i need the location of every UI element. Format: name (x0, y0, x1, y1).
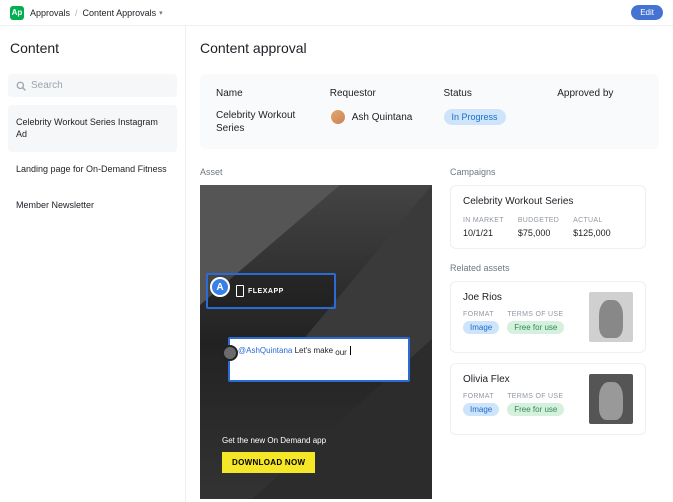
summary-approved-by: Approved by (557, 88, 643, 135)
campaign-budgeted: Budgeted $75,000 (518, 217, 559, 238)
terms-chip: Free for use (507, 321, 564, 334)
kv-value: $125,000 (573, 228, 611, 238)
requestor-name: Ash Quintana (352, 112, 413, 123)
related-asset-card[interactable]: Joe Rios Format Image Terms of use Free … (450, 281, 646, 353)
comment-avatar (222, 345, 238, 361)
campaigns-section-label: Campaigns (450, 167, 646, 177)
sidebar-item-newsletter[interactable]: Member Newsletter (8, 188, 177, 224)
format-chip: Image (463, 321, 499, 334)
terms-label: Terms of use (507, 311, 564, 318)
chevron-down-icon: ▾ (159, 9, 163, 17)
name-label: Name (216, 88, 302, 99)
edit-button[interactable]: Edit (631, 5, 663, 20)
breadcrumb-current[interactable]: Content Approvals ▾ (83, 8, 163, 18)
page-title: Content approval (200, 40, 659, 56)
asset-thumbnail (589, 292, 633, 342)
hero-tagline: Get the new On Demand app (222, 436, 326, 445)
app-badge: Ap (10, 6, 24, 20)
kv-label: Budgeted (518, 217, 559, 224)
summary-requestor: Requestor Ash Quintana (330, 88, 416, 135)
campaign-title: Celebrity Workout Series (463, 196, 633, 207)
phone-icon (236, 285, 244, 297)
search-input[interactable]: Search (8, 74, 177, 97)
asset-thumbnail (589, 374, 633, 424)
text-cursor (350, 346, 351, 355)
related-asset-name: Joe Rios (463, 292, 579, 303)
related-asset-card[interactable]: Olivia Flex Format Image Terms of use Fr… (450, 363, 646, 435)
kv-label: Actual (573, 217, 611, 224)
summary-name: Name Celebrity Workout Series (216, 88, 302, 135)
status-badge: In Progress (444, 109, 506, 125)
kv-value: 10/1/21 (463, 228, 504, 238)
top-bar: Ap Approvals / Content Approvals ▾ Edit (0, 0, 673, 26)
breadcrumb-root[interactable]: Approvals (30, 8, 70, 18)
campaign-card[interactable]: Celebrity Workout Series In Market 10/1/… (450, 185, 646, 249)
comment-input[interactable]: @AshQuintana Let's make our (230, 339, 408, 380)
mention[interactable]: @AshQuintana (238, 346, 292, 355)
sidebar-item-celebrity-ad[interactable]: Celebrity Workout Series Instagram Ad (8, 105, 177, 152)
asset-section-label: Asset (200, 167, 432, 177)
related-section-label: Related assets (450, 263, 646, 273)
avatar (330, 109, 346, 125)
asset-preview[interactable]: A FLEXAPP @AshQuintana Let's make our Ge… (200, 185, 432, 499)
related-asset-name: Olivia Flex (463, 374, 579, 385)
search-placeholder: Search (31, 80, 63, 91)
format-chip: Image (463, 403, 499, 416)
kv-value: $75,000 (518, 228, 559, 238)
main-panel: Content approval Name Celebrity Workout … (186, 26, 673, 502)
requestor-label: Requestor (330, 88, 416, 99)
download-button: DOWNLOAD NOW (222, 452, 315, 473)
kv-label: In Market (463, 217, 504, 224)
breadcrumb-separator: / (75, 8, 78, 18)
comment-box[interactable]: @AshQuintana Let's make our (228, 337, 410, 382)
format-label: Format (463, 393, 499, 400)
terms-field: Terms of use Free for use (507, 393, 564, 416)
terms-label: Terms of use (507, 393, 564, 400)
comment-text: Let's make (292, 346, 335, 355)
sidebar: Content Search Celebrity Workout Series … (0, 26, 186, 502)
requestor-value[interactable]: Ash Quintana (330, 109, 416, 125)
annotation-marker[interactable]: A (210, 277, 230, 297)
comment-partial-word: our (335, 348, 347, 357)
status-label: Status (444, 88, 530, 99)
format-field: Format Image (463, 311, 499, 334)
terms-chip: Free for use (507, 403, 564, 416)
format-label: Format (463, 311, 499, 318)
sidebar-item-landing-page[interactable]: Landing page for On-Demand Fitness (8, 152, 177, 188)
approved-by-label: Approved by (557, 88, 643, 99)
search-icon (16, 81, 26, 91)
annotation-label: FLEXAPP (236, 285, 284, 297)
terms-field: Terms of use Free for use (507, 311, 564, 334)
summary-card: Name Celebrity Workout Series Requestor … (200, 74, 659, 149)
summary-status: Status In Progress (444, 88, 530, 135)
campaign-in-market: In Market 10/1/21 (463, 217, 504, 238)
sidebar-title: Content (8, 40, 177, 56)
format-field: Format Image (463, 393, 499, 416)
annotation-text: FLEXAPP (248, 288, 284, 295)
name-value: Celebrity Workout Series (216, 109, 302, 135)
breadcrumb-current-label: Content Approvals (83, 8, 157, 18)
campaign-actual: Actual $125,000 (573, 217, 611, 238)
